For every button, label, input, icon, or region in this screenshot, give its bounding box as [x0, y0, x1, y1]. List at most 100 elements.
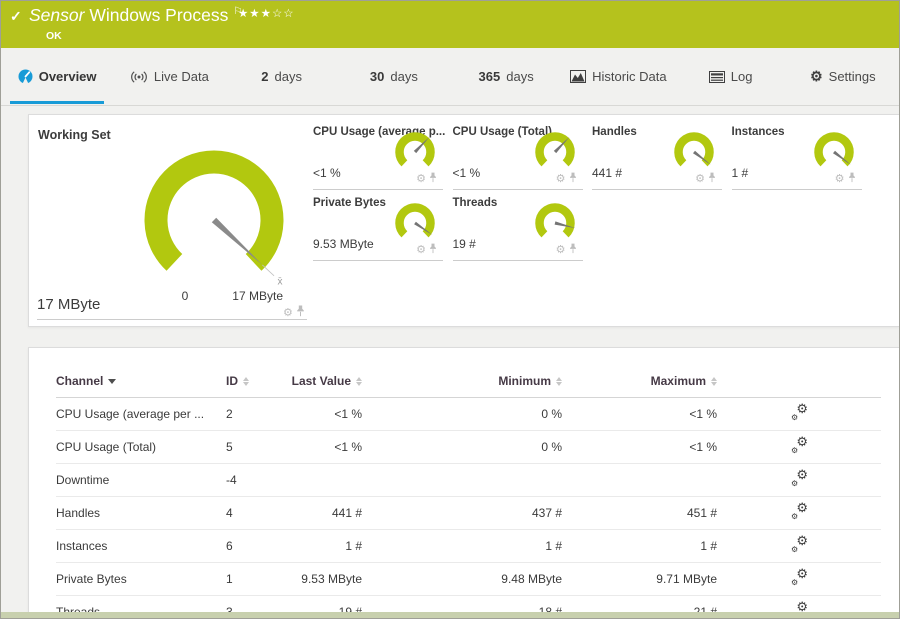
tab-label: Historic Data	[592, 69, 667, 84]
channel-cell: CPU Usage (average per ...	[56, 397, 226, 431]
tab-overview[interactable]: Overview	[1, 48, 113, 105]
gauge-value: 9.53 MByte	[313, 237, 374, 251]
sort-icon	[556, 376, 562, 386]
tab-log[interactable]: Log	[675, 48, 787, 105]
tab-bar: Overview Live Data 2 days 30 days 365 da…	[1, 48, 899, 106]
sort-desc-icon	[108, 378, 117, 384]
divider	[313, 260, 443, 261]
gauge-pin-icon[interactable]	[848, 170, 856, 188]
tab-365-days[interactable]: 365 days	[450, 48, 562, 105]
broadcast-icon	[130, 70, 148, 83]
tab-label: Live Data	[153, 69, 209, 84]
minimum-cell: 0 %	[362, 430, 562, 464]
table-row: CPU Usage (Total) 5 <1 % 0 % <1 % ⚙ ⚙	[56, 430, 881, 464]
minimum-cell	[362, 463, 562, 497]
channel-settings-icon[interactable]: ⚙⚙	[789, 468, 809, 488]
gauge-settings-icon[interactable]: ⚙	[835, 173, 845, 185]
tab-live-data[interactable]: Live Data	[113, 48, 225, 105]
status-badge: OK	[46, 30, 62, 42]
sensor-color-strip	[1, 612, 899, 618]
tab-label: days	[390, 69, 418, 84]
sensor-name: Windows Process	[89, 5, 229, 25]
gauge-scale-min: 0	[181, 289, 189, 303]
gauge-actions: ⚙	[695, 170, 716, 188]
tab-2-days[interactable]: 2 days	[226, 48, 338, 105]
id-cell: 5	[226, 430, 284, 464]
gauge-actions: ⚙	[835, 170, 856, 188]
maximum-cell: 21 #	[562, 595, 717, 612]
channel-settings-icon[interactable]: ⚙⚙	[789, 534, 809, 554]
priority-stars[interactable]: ★★★☆☆	[238, 6, 295, 20]
divider	[731, 189, 862, 190]
id-cell: 1	[226, 562, 284, 596]
tab-number: 2	[261, 69, 269, 84]
gauge-tile-private-bytes[interactable]: Private Bytes 9.53 MByte ⚙	[313, 197, 443, 261]
gauge-pin-icon[interactable]	[429, 170, 437, 188]
tab-label: Log	[730, 69, 753, 84]
minimum-cell: 437 #	[362, 496, 562, 530]
tab-settings[interactable]: ⚙ Settings	[787, 48, 899, 105]
maximum-cell: 451 #	[562, 496, 717, 530]
gauge-pin-icon[interactable]	[708, 170, 716, 188]
sort-icon	[243, 376, 249, 386]
channel-settings-icon[interactable]: ⚙⚙	[789, 435, 809, 455]
last-value-cell: 1 #	[284, 529, 362, 563]
divider	[37, 319, 307, 320]
gauge-settings-icon[interactable]: ⚙	[695, 173, 705, 185]
log-icon	[708, 70, 725, 83]
main-gauge-value: 17 MByte	[37, 296, 101, 313]
gauge-value: <1 %	[452, 166, 481, 180]
gauge-settings-icon[interactable]: ⚙	[283, 307, 293, 319]
last-value-cell: 9.53 MByte	[284, 562, 362, 596]
gauge-scale-max: 17 MByte	[232, 289, 283, 303]
gauge-settings-icon[interactable]: ⚙	[416, 244, 426, 256]
channel-table-panel: Channel ID Last Value Minimum Maximum CP…	[28, 347, 899, 613]
gauge-title: Private Bytes	[313, 197, 386, 209]
channel-cell: CPU Usage (Total)	[56, 430, 226, 464]
channel-settings-icon[interactable]: ⚙⚙	[789, 501, 809, 521]
tab-label: days	[274, 69, 302, 84]
gauge-settings-icon[interactable]: ⚙	[556, 173, 566, 185]
gauge-tile-cpu-usage-average-p[interactable]: CPU Usage (average p... <1 % ⚙	[313, 126, 445, 190]
gauge-actions: ⚙	[416, 241, 437, 259]
gauge-pin-icon[interactable]	[429, 241, 437, 259]
tab-historic-data[interactable]: Historic Data	[562, 48, 674, 105]
minimum-cell: 1 #	[362, 529, 562, 563]
maximum-cell: <1 %	[562, 397, 717, 431]
gauge-icon	[18, 69, 33, 84]
gauge-value: 441 #	[592, 166, 623, 180]
svg-text:x̄: x̄	[277, 276, 282, 287]
gauge-pin-icon[interactable]	[296, 304, 305, 322]
gauge-tile-instances[interactable]: Instances 1 # ⚙	[731, 126, 862, 190]
channel-settings-icon[interactable]: ⚙⚙	[789, 567, 809, 587]
maximum-cell: 1 #	[562, 529, 717, 563]
gauge-tile-threads[interactable]: Threads 19 # ⚙	[452, 197, 583, 261]
table-row: Private Bytes 1 9.53 MByte 9.48 MByte 9.…	[56, 562, 881, 596]
table-row: Instances 6 1 # 1 # 1 # ⚙ ⚙	[56, 529, 881, 563]
maximum-cell	[562, 463, 717, 497]
column-header-channel[interactable]: Channel	[56, 368, 226, 398]
tab-30-days[interactable]: 30 days	[338, 48, 450, 105]
gauge-value: 19 #	[452, 237, 476, 251]
minimum-cell: 18 #	[362, 595, 562, 612]
channel-cell: Instances	[56, 529, 226, 563]
gauge-tile-cpu-usage-total[interactable]: CPU Usage (Total) <1 % ⚙	[452, 126, 583, 190]
stars-filled: ★★★	[238, 8, 272, 20]
status-ok-check-icon: ✓	[10, 8, 22, 24]
column-header-last-value[interactable]: Last Value	[284, 368, 362, 398]
page-title-prefix: Sensor	[29, 5, 85, 25]
channel-cell: Threads	[56, 595, 226, 612]
gauge-title: Instances	[731, 126, 785, 138]
gauge-pin-icon[interactable]	[569, 241, 577, 259]
column-header-id[interactable]: ID	[226, 368, 284, 398]
tab-number: 30	[369, 69, 385, 84]
column-header-maximum[interactable]: Maximum	[562, 368, 717, 398]
gauge-pin-icon[interactable]	[569, 170, 577, 188]
channel-settings-icon[interactable]: ⚙⚙	[789, 402, 809, 422]
table-row: Downtime -4 ⚙ ⚙	[56, 463, 881, 497]
gauge-settings-icon[interactable]: ⚙	[556, 244, 566, 256]
gauge-tile-handles[interactable]: Handles 441 # ⚙	[592, 126, 722, 190]
last-value-cell: <1 %	[284, 430, 362, 464]
column-header-minimum[interactable]: Minimum	[362, 368, 562, 398]
gauge-settings-icon[interactable]: ⚙	[416, 173, 426, 185]
